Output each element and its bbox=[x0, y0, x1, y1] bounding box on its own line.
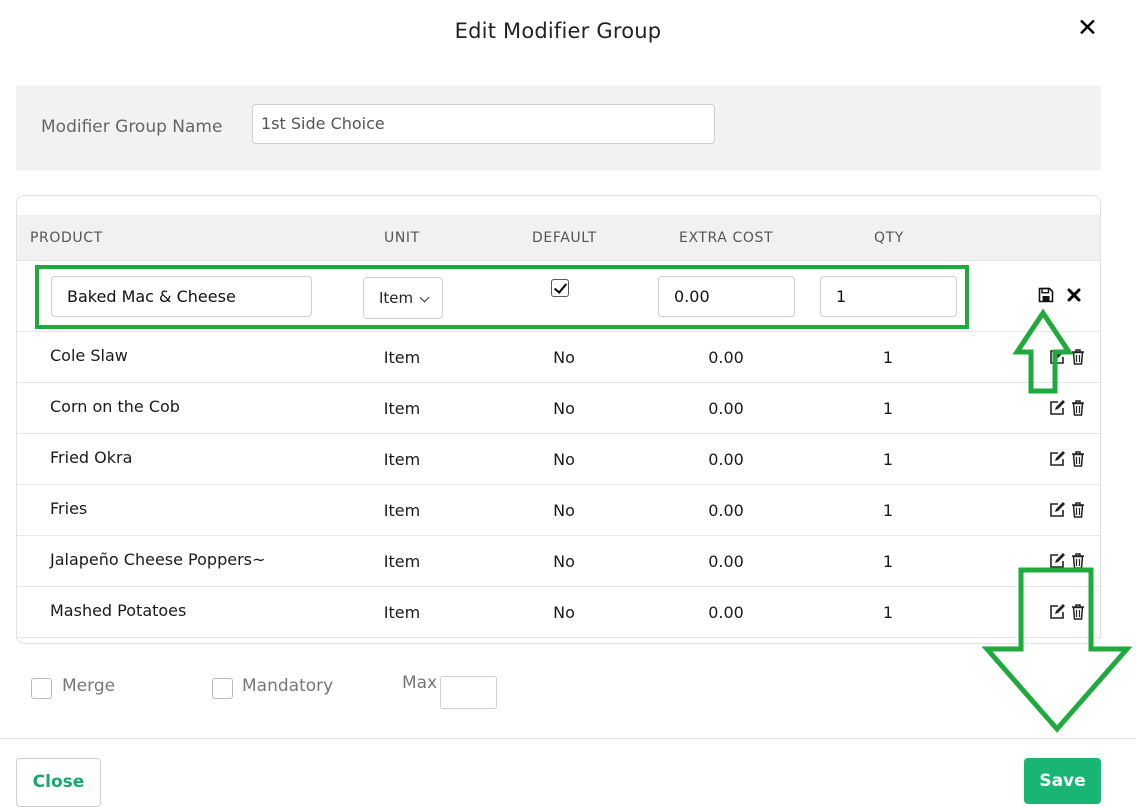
row-qty: 1 bbox=[882, 603, 894, 622]
chevron-down-icon bbox=[419, 292, 430, 303]
row-unit: Item bbox=[383, 450, 421, 469]
qty-input[interactable]: 1 bbox=[820, 276, 957, 317]
edit-icon[interactable] bbox=[1049, 553, 1066, 569]
header-unit: UNIT bbox=[384, 230, 420, 246]
group-name-input[interactable]: 1st Side Choice bbox=[252, 104, 715, 144]
row-unit: Item bbox=[383, 552, 421, 571]
row-product: Cole Slaw bbox=[50, 346, 128, 365]
row-product: Fried Okra bbox=[50, 448, 133, 467]
edit-icon[interactable] bbox=[1049, 451, 1066, 467]
row-extra-cost: 0.00 bbox=[708, 552, 744, 571]
editing-row: Baked Mac & Cheese Item 0.00 1 bbox=[17, 262, 1100, 332]
row-default: No bbox=[553, 399, 575, 418]
row-extra-cost: 0.00 bbox=[708, 603, 744, 622]
table-row: Fried Okra Item No 0.00 1 bbox=[17, 434, 1100, 485]
table-header: PRODUCT UNIT DEFAULT EXTRA COST QTY bbox=[17, 215, 1100, 261]
header-qty: QTY bbox=[874, 230, 904, 246]
trash-icon[interactable] bbox=[1071, 349, 1085, 365]
row-extra-cost: 0.00 bbox=[708, 450, 744, 469]
row-unit: Item bbox=[383, 501, 421, 520]
trash-icon[interactable] bbox=[1071, 451, 1085, 467]
row-default: No bbox=[553, 552, 575, 571]
table-row: Mashed Potatoes Item No 0.00 1 bbox=[17, 587, 1100, 638]
table-row: Cole Slaw Item No 0.00 1 bbox=[17, 332, 1100, 383]
cancel-icon[interactable] bbox=[1067, 288, 1081, 302]
row-unit: Item bbox=[383, 348, 421, 367]
table-row: Fries Item No 0.00 1 bbox=[17, 485, 1100, 536]
row-product: Jalapeño Cheese Poppers~ bbox=[50, 550, 266, 569]
row-default: No bbox=[553, 603, 575, 622]
footer-divider bbox=[0, 738, 1136, 739]
unit-select-value: Item bbox=[379, 289, 414, 307]
edit-icon[interactable] bbox=[1049, 400, 1066, 416]
default-checkbox[interactable] bbox=[551, 279, 569, 297]
extra-cost-input[interactable]: 0.00 bbox=[658, 276, 795, 317]
table-row: Jalapeño Cheese Poppers~ Item No 0.00 1 bbox=[17, 536, 1100, 587]
row-product: Corn on the Cob bbox=[50, 397, 180, 416]
trash-icon[interactable] bbox=[1071, 502, 1085, 518]
header-product: PRODUCT bbox=[30, 230, 103, 246]
edit-icon[interactable] bbox=[1049, 349, 1066, 365]
row-qty: 1 bbox=[882, 450, 894, 469]
max-input[interactable] bbox=[440, 676, 497, 709]
trash-icon[interactable] bbox=[1071, 553, 1085, 569]
merge-checkbox[interactable] bbox=[31, 678, 52, 699]
row-default: No bbox=[553, 501, 575, 520]
row-extra-cost: 0.00 bbox=[708, 348, 744, 367]
max-label: Max bbox=[402, 673, 438, 693]
group-name-label: Modifier Group Name bbox=[41, 117, 223, 137]
row-qty: 1 bbox=[882, 552, 894, 571]
trash-icon[interactable] bbox=[1071, 400, 1085, 416]
close-icon[interactable]: ✕ bbox=[1077, 15, 1098, 40]
row-qty: 1 bbox=[882, 399, 894, 418]
trash-icon[interactable] bbox=[1071, 604, 1085, 620]
row-product: Fries bbox=[50, 499, 88, 518]
row-qty: 1 bbox=[882, 501, 894, 520]
header-default: DEFAULT bbox=[532, 230, 597, 246]
product-input[interactable]: Baked Mac & Cheese bbox=[51, 276, 312, 317]
modifier-table: PRODUCT UNIT DEFAULT EXTRA COST QTY Bake… bbox=[16, 195, 1101, 644]
row-extra-cost: 0.00 bbox=[708, 399, 744, 418]
row-extra-cost: 0.00 bbox=[708, 501, 744, 520]
table-row: Corn on the Cob Item No 0.00 1 bbox=[17, 383, 1100, 434]
row-default: No bbox=[553, 348, 575, 367]
mandatory-label: Mandatory bbox=[242, 676, 334, 696]
row-unit: Item bbox=[383, 603, 421, 622]
row-qty: 1 bbox=[882, 348, 894, 367]
group-name-panel: Modifier Group Name 1st Side Choice bbox=[16, 86, 1101, 170]
save-button[interactable]: Save bbox=[1024, 758, 1101, 804]
row-product: Mashed Potatoes bbox=[50, 601, 187, 620]
edit-icon[interactable] bbox=[1049, 604, 1066, 620]
close-button[interactable]: Close bbox=[16, 758, 101, 807]
row-default: No bbox=[553, 450, 575, 469]
row-unit: Item bbox=[383, 399, 421, 418]
edit-icon[interactable] bbox=[1049, 502, 1066, 518]
header-extra-cost: EXTRA COST bbox=[679, 230, 774, 246]
merge-label: Merge bbox=[62, 676, 116, 696]
save-icon[interactable] bbox=[1038, 287, 1054, 303]
modal-title: Edit Modifier Group bbox=[454, 19, 662, 43]
mandatory-checkbox[interactable] bbox=[212, 678, 233, 699]
unit-select[interactable]: Item bbox=[363, 277, 443, 319]
